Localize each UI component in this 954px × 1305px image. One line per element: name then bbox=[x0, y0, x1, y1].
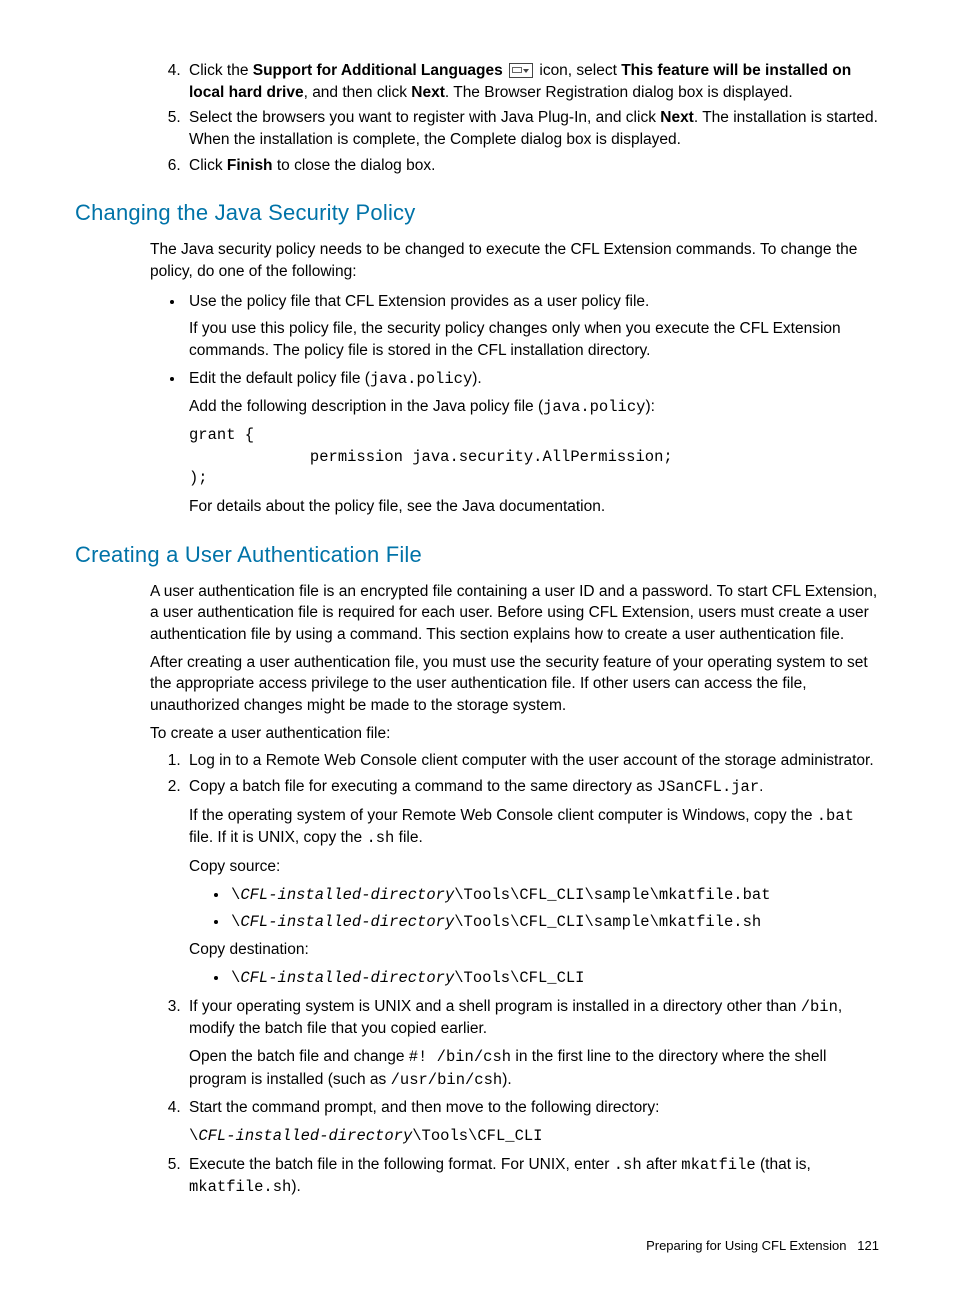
install-steps-list: Click the Support for Additional Languag… bbox=[75, 60, 879, 176]
footer-page-number: 121 bbox=[857, 1238, 879, 1253]
java-security-options: Use the policy file that CFL Extension p… bbox=[75, 291, 879, 518]
install-step-4: Click the Support for Additional Languag… bbox=[185, 60, 879, 103]
footer-section-title: Preparing for Using CFL Extension bbox=[646, 1238, 846, 1253]
copy-dest-item: \CFL-installed-directory\Tools\CFL_CLI bbox=[229, 967, 879, 990]
auth-step-4: Start the command prompt, and then move … bbox=[185, 1097, 879, 1147]
copy-source-item: \CFL-installed-directory\Tools\CFL_CLI\s… bbox=[229, 911, 879, 934]
policy-option-1: Use the policy file that CFL Extension p… bbox=[185, 291, 879, 362]
auth-para-2: After creating a user authentication fil… bbox=[150, 652, 879, 717]
copy-source-item: \CFL-installed-directory\Tools\CFL_CLI\s… bbox=[229, 884, 879, 907]
copy-dest-label: Copy destination: bbox=[189, 939, 879, 961]
auth-step-1: Log in to a Remote Web Console client co… bbox=[185, 750, 879, 772]
java-security-intro: The Java security policy needs to be cha… bbox=[150, 239, 879, 282]
auth-step-3: If your operating system is UNIX and a s… bbox=[185, 996, 879, 1092]
auth-step-5: Execute the batch file in the following … bbox=[185, 1154, 879, 1199]
install-step-6: Click Finish to close the dialog box. bbox=[185, 155, 879, 177]
auth-steps-list: Log in to a Remote Web Console client co… bbox=[75, 750, 879, 1199]
language-icon bbox=[509, 63, 533, 78]
auth-para-1: A user authentication file is an encrypt… bbox=[150, 581, 879, 646]
policy-option-2: Edit the default policy file (java.polic… bbox=[185, 368, 879, 518]
heading-user-auth: Creating a User Authentication File bbox=[75, 540, 879, 571]
install-step-5: Select the browsers you want to register… bbox=[185, 107, 879, 150]
grant-code-block: grant { permission java.security.AllPerm… bbox=[189, 425, 879, 490]
copy-dest-list: \CFL-installed-directory\Tools\CFL_CLI bbox=[189, 967, 879, 990]
auth-para-3: To create a user authentication file: bbox=[150, 723, 879, 745]
copy-source-label: Copy source: bbox=[189, 856, 879, 878]
auth-step-2: Copy a batch file for executing a comman… bbox=[185, 776, 879, 990]
heading-java-security: Changing the Java Security Policy bbox=[75, 198, 879, 229]
copy-source-list: \CFL-installed-directory\Tools\CFL_CLI\s… bbox=[189, 884, 879, 933]
page-footer: Preparing for Using CFL Extension 121 bbox=[75, 1237, 879, 1255]
